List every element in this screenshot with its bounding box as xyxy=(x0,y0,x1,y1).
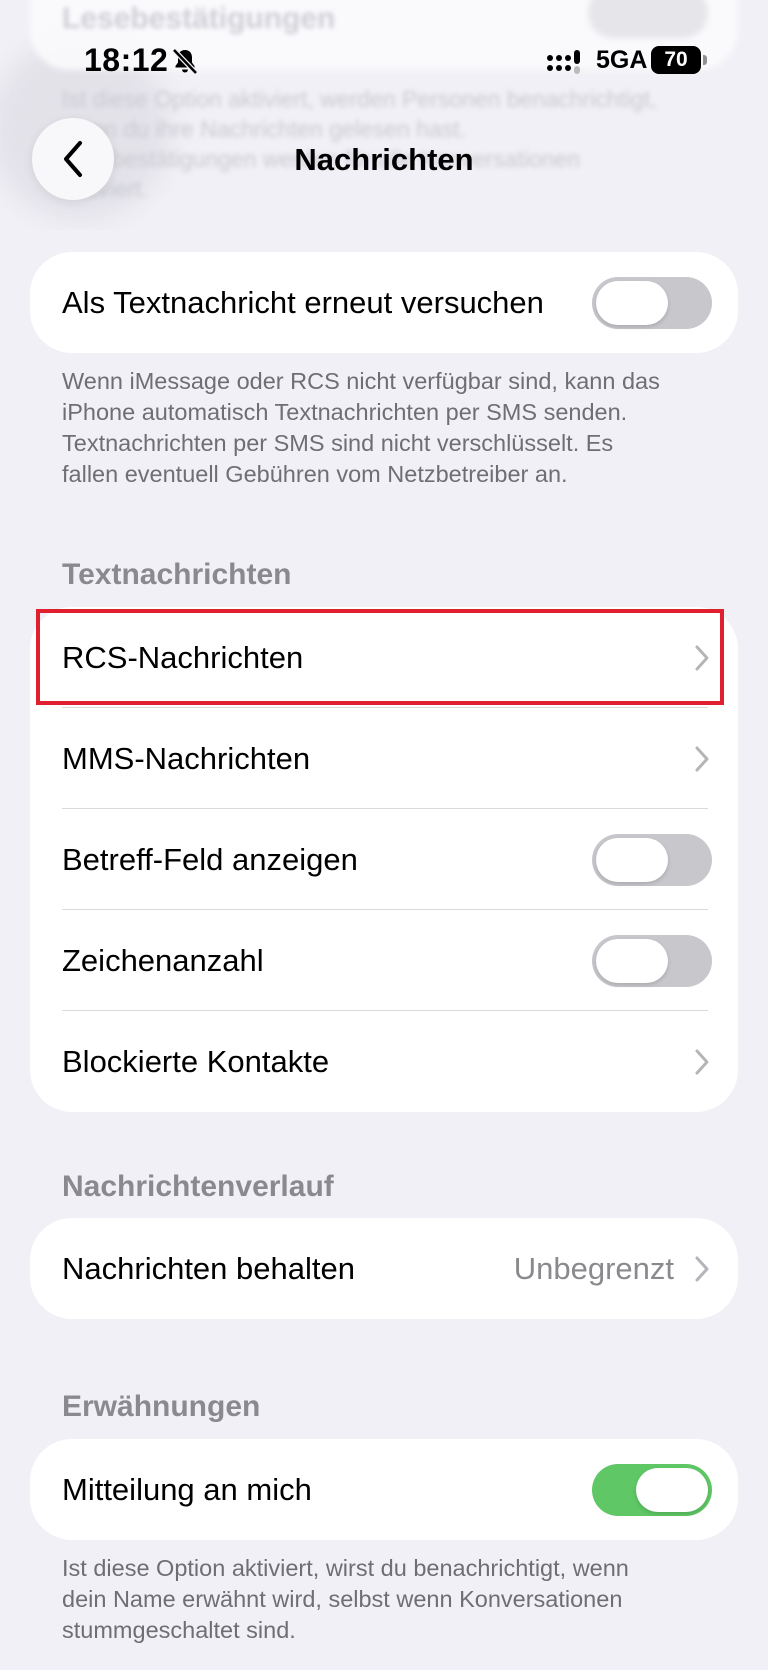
toggle-knob xyxy=(636,1468,708,1512)
toggle-knob xyxy=(596,939,668,983)
toggle-knob xyxy=(596,281,668,325)
row-label: Blockierte Kontakte xyxy=(62,1044,330,1079)
network-type: 5GA xyxy=(596,46,648,74)
textnachrichten-card: RCS-Nachrichten MMS-Nachrichten Betreff-… xyxy=(30,607,738,1112)
toggle-knob xyxy=(596,838,668,882)
sms-fallback-row: Als Textnachricht erneut versuchen xyxy=(30,252,738,353)
cellular-signal-icon xyxy=(546,50,586,81)
bell-muted-icon xyxy=(172,48,198,75)
section-header-textnachrichten: Textnachrichten xyxy=(62,558,292,591)
erwaehnungen-card: Mitteilung an mich xyxy=(30,1439,738,1540)
chevron-right-icon xyxy=(695,645,709,671)
sms-fallback-footnote: Wenn iMessage oder RCS nicht verfügbar s… xyxy=(62,368,660,487)
row-value: Unbegrenzt xyxy=(513,1251,674,1286)
row-label: Betreff-Feld anzeigen xyxy=(62,842,358,877)
section-header-erwaehnungen: Erwähnungen xyxy=(62,1390,261,1423)
betreff-feld-toggle[interactable] xyxy=(592,834,712,886)
background-ghost-content: Lesebestätigungen Ist diese Option aktiv… xyxy=(0,0,768,230)
row-label: Nachrichten behalten xyxy=(62,1251,355,1286)
row-mms-nachrichten[interactable]: MMS-Nachrichten xyxy=(30,708,738,809)
sms-fallback-toggle[interactable] xyxy=(592,277,712,329)
chevron-right-icon xyxy=(695,1049,709,1075)
status-time: 18:12 xyxy=(84,42,169,78)
row-blockierte-kontakte[interactable]: Blockierte Kontakte xyxy=(30,1011,738,1112)
row-betreff-feld: Betreff-Feld anzeigen xyxy=(30,809,738,910)
sms-fallback-label: Als Textnachricht erneut versuchen xyxy=(62,285,544,320)
section-header-nachrichtenverlauf: Nachrichtenverlauf xyxy=(62,1170,334,1203)
battery-icon: 70 xyxy=(651,46,707,74)
row-label: MMS-Nachrichten xyxy=(62,741,311,776)
ghost-toggle xyxy=(588,0,708,38)
row-zeichenanzahl: Zeichenanzahl xyxy=(30,910,738,1011)
ghost-title: Lesebestätigungen xyxy=(62,2,336,35)
verlauf-card: Nachrichten behalten Unbegrenzt xyxy=(30,1218,738,1319)
chevron-right-icon xyxy=(695,1256,709,1282)
row-label: Mitteilung an mich xyxy=(62,1472,312,1507)
chevron-right-icon xyxy=(695,746,709,772)
zeichenanzahl-toggle[interactable] xyxy=(592,935,712,987)
row-label: Zeichenanzahl xyxy=(62,943,264,978)
mitteilung-an-mich-toggle[interactable] xyxy=(592,1464,712,1516)
row-mitteilung-an-mich: Mitteilung an mich xyxy=(30,1439,738,1540)
row-nachrichten-behalten[interactable]: Nachrichten behalten Unbegrenzt xyxy=(30,1218,738,1319)
erwaehnungen-footnote: Ist diese Option aktiviert, wirst du ben… xyxy=(62,1555,629,1643)
status-bar: 18:12 5GA 70 xyxy=(0,38,768,88)
row-label: RCS-Nachrichten xyxy=(62,640,304,675)
sms-fallback-card: Als Textnachricht erneut versuchen xyxy=(30,252,738,353)
page-title: Nachrichten xyxy=(294,142,474,177)
row-rcs-nachrichten[interactable]: RCS-Nachrichten xyxy=(30,607,738,708)
